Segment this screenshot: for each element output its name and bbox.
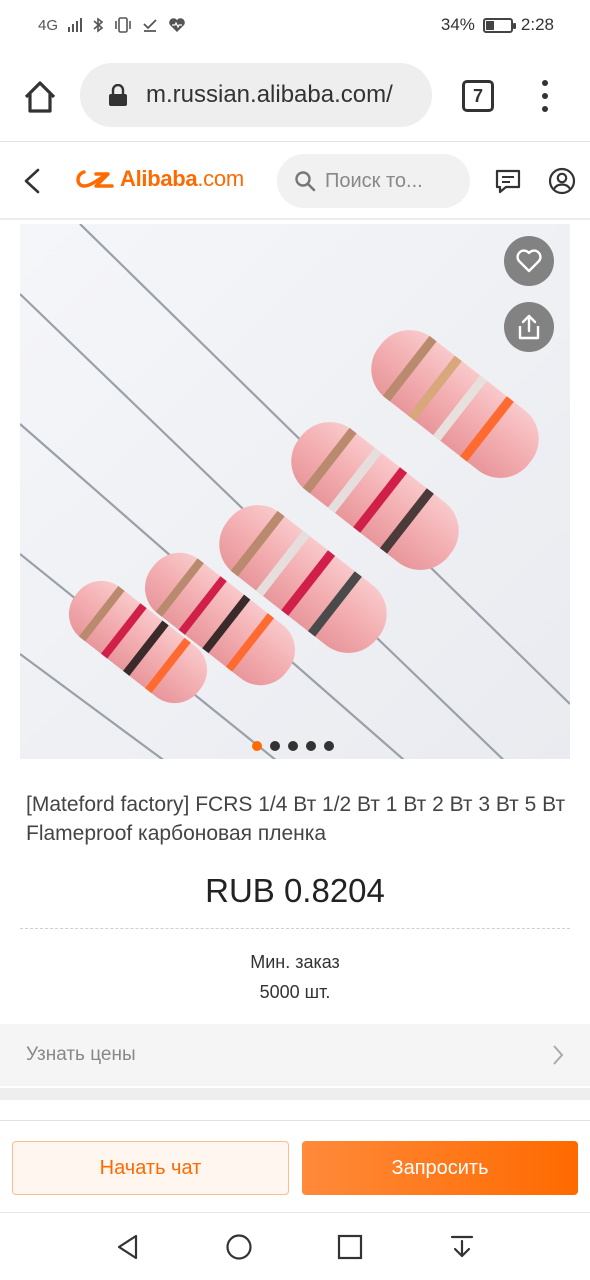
signal-icon (68, 18, 83, 32)
logo-suffix: .com (197, 166, 244, 191)
network-indicator: 4G (38, 16, 59, 34)
product-price: RUB 0.8204 (205, 872, 385, 909)
action-bar: Начать чат Запросить (0, 1120, 590, 1212)
section-separator (0, 1088, 590, 1100)
menu-dots-icon[interactable] (540, 80, 550, 112)
inquiry-button[interactable]: Запросить (302, 1141, 578, 1195)
favorite-button[interactable] (504, 236, 554, 286)
heart-icon (516, 249, 542, 273)
start-chat-button[interactable]: Начать чат (12, 1141, 289, 1195)
battery-icon (482, 17, 516, 33)
address-bar[interactable]: m.russian.alibaba.com/ (80, 63, 432, 127)
search-icon (295, 171, 316, 192)
bluetooth-icon (93, 17, 104, 33)
moq-value: 5000 шт. (259, 982, 331, 1002)
alibaba-logo[interactable]: Alibaba.com (74, 166, 244, 192)
search-placeholder: Поиск то... (325, 169, 423, 192)
battery-percent: 34% (440, 15, 475, 34)
browser-toolbar: m.russian.alibaba.com/ 7 (0, 50, 590, 142)
gallery-pagination (252, 741, 334, 751)
product-title: [Mateford factory] FCRS 1/4 Вт 1/2 Вт 1 … (26, 793, 566, 845)
alibaba-logo-mark (76, 170, 114, 188)
clock: 2:28 (520, 15, 554, 34)
get-prices-label: Узнать цены (26, 1044, 136, 1065)
divider (20, 928, 570, 929)
status-bar: 4G 34% 2:28 (0, 0, 590, 50)
get-prices-row[interactable]: Узнать цены (0, 1024, 590, 1086)
search-input[interactable]: Поиск то... (277, 154, 470, 208)
pagination-dot[interactable] (252, 741, 262, 751)
pagination-dot[interactable] (288, 741, 298, 751)
product-image[interactable] (20, 224, 570, 759)
lock-icon (109, 84, 127, 106)
nav-back-icon[interactable] (114, 1233, 142, 1261)
download-done-icon (143, 19, 157, 32)
battery-level (485, 20, 494, 30)
resistor-photo (20, 224, 570, 759)
pagination-dot[interactable] (324, 741, 334, 751)
back-icon[interactable] (20, 166, 44, 196)
status-icons: 4G (38, 17, 186, 34)
moq-label: Мин. заказ (250, 952, 340, 972)
nav-home-icon[interactable] (225, 1233, 253, 1261)
nav-download-icon[interactable] (448, 1233, 476, 1261)
pagination-dot[interactable] (270, 741, 280, 751)
tabs-button[interactable]: 7 (462, 80, 494, 112)
system-nav-bar (0, 1212, 590, 1280)
home-icon[interactable] (20, 77, 60, 117)
share-icon (518, 314, 540, 340)
product-info: [Mateford factory] FCRS 1/4 Вт 1/2 Вт 1 … (0, 760, 590, 1120)
user-icon[interactable] (548, 167, 576, 195)
chevron-right-icon (553, 1045, 564, 1065)
url-text: m.russian.alibaba.com/ (146, 81, 393, 108)
message-icon[interactable] (494, 168, 522, 194)
site-header: Alibaba.com Поиск то... (0, 142, 590, 220)
nav-recents-icon[interactable] (337, 1234, 363, 1260)
health-icon (169, 18, 185, 32)
logo-brand: Alibaba (120, 166, 198, 191)
vibrate-icon (115, 17, 131, 33)
share-button[interactable] (504, 302, 554, 352)
pagination-dot[interactable] (306, 741, 316, 751)
